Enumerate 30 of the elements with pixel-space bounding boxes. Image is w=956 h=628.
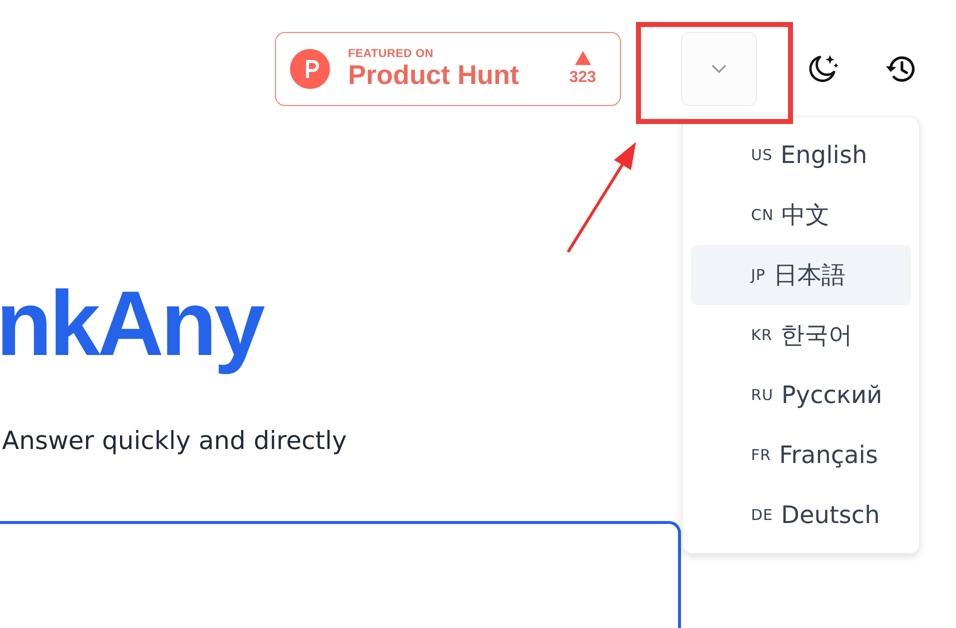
country-code: FR — [751, 446, 772, 464]
language-option[interactable]: CN 中文 — [691, 185, 911, 245]
country-code: DE — [751, 506, 774, 524]
language-name: 한국어 — [780, 320, 852, 351]
badge-kicker: FEATURED ON — [348, 48, 435, 60]
badge-title: Product Hunt — [348, 60, 520, 90]
chevron-down-icon — [711, 64, 727, 74]
country-code: RU — [751, 386, 774, 404]
language-name: 中文 — [782, 200, 830, 231]
country-code: CN — [751, 206, 774, 224]
language-option[interactable]: KR 한국어 — [691, 305, 911, 365]
language-option[interactable]: RU Русский — [691, 365, 911, 425]
question-input-box[interactable] — [0, 521, 681, 628]
subtitle: Answer quickly and directly — [2, 426, 347, 455]
language-option[interactable]: JP 日本語 — [691, 245, 911, 305]
country-code: JP — [751, 266, 766, 284]
language-name: 日本語 — [773, 260, 846, 291]
language-name: Deutsch — [781, 501, 880, 529]
language-name: Русский — [781, 381, 882, 409]
language-option[interactable]: FR Français — [691, 425, 911, 485]
language-name: Français — [779, 441, 878, 469]
country-code: KR — [751, 326, 772, 344]
upvote-triangle-icon — [574, 51, 591, 65]
language-option[interactable]: DE Deutsch — [691, 485, 911, 545]
language-name: English — [780, 141, 868, 169]
upvote-count: 323 — [569, 69, 596, 87]
product-hunt-logo-icon — [290, 49, 330, 89]
country-code: US — [751, 146, 773, 164]
language-option[interactable]: US English — [691, 125, 911, 185]
app-title: nkAny — [0, 274, 262, 374]
